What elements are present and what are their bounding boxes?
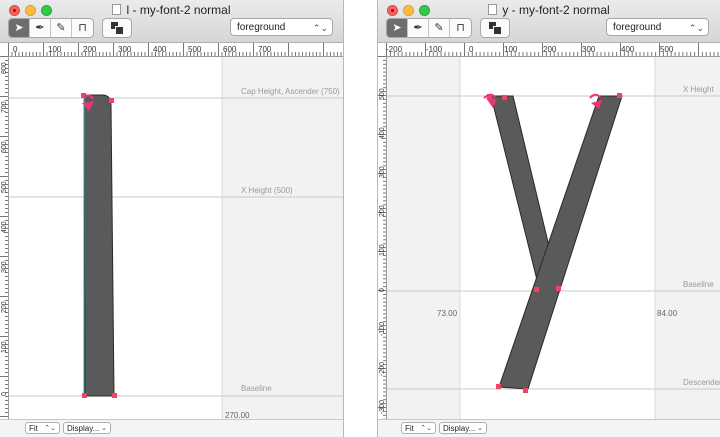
- vertical-ruler: 500 400 300 200 100 0 -100 -200 -300: [378, 56, 387, 420]
- ruler-label: -200: [379, 362, 386, 376]
- ruler-label: 0: [1, 392, 8, 396]
- ruler-label: 400: [1, 221, 8, 233]
- ruler-label: 100: [1, 341, 8, 353]
- updown-icon: ⌃⌄: [420, 425, 432, 432]
- on-curve-point[interactable]: [112, 393, 117, 398]
- status-bar: Fit ⌃⌄ Display... ⌄: [0, 419, 343, 437]
- layer-select[interactable]: foreground ⌃⌄: [606, 18, 709, 36]
- ruler-label: 500: [660, 45, 674, 54]
- ruler-label: -300: [379, 400, 386, 414]
- ruler-label: 500: [379, 88, 386, 100]
- glyph-window-l: l - my-font-2 normal ➤ ✒ ✎ ⊓ foreground ⌃⌄ 0…: [0, 0, 343, 437]
- ruler-label: 300: [582, 45, 596, 54]
- glyph-l-outline[interactable]: [83, 94, 115, 397]
- glyph-canvas[interactable]: Cap Height, Ascender (750) X Height (500…: [9, 57, 343, 420]
- advance-width-value: 84.00: [657, 309, 678, 318]
- window-title: y - my-font-2 normal: [378, 3, 720, 17]
- ruler-label: 0: [469, 45, 474, 54]
- tool-segment: ➤ ✒ ✎ ⊓: [386, 18, 472, 38]
- right-margin-area: [222, 57, 343, 420]
- ruler-label: 300: [118, 45, 132, 54]
- ruler-label: 200: [379, 205, 386, 217]
- knife-icon[interactable]: ✎: [429, 19, 450, 37]
- toolbar: ➤ ✒ ✎ ⊓: [386, 18, 510, 38]
- chevron-down-icon: ⌄: [477, 425, 483, 432]
- on-curve-point[interactable]: [617, 93, 622, 98]
- on-curve-point[interactable]: [534, 287, 539, 292]
- glyph-canvas[interactable]: X Height Baseline Descender 73.00 84.00: [387, 57, 720, 420]
- ruler-label: 700: [258, 45, 272, 54]
- metrics-icon[interactable]: ⊓: [450, 19, 471, 37]
- document-icon: [112, 4, 122, 15]
- display-popup[interactable]: Display... ⌄: [439, 422, 487, 434]
- right-margin-area: [655, 57, 720, 420]
- ruler-label: -100: [426, 45, 443, 54]
- horizontal-ruler: 0 100 200 300 400 500 600 700: [8, 43, 343, 57]
- pen-icon[interactable]: ✒: [408, 19, 429, 37]
- ruler-label: 400: [379, 127, 386, 139]
- ruler-label: 100: [504, 45, 518, 54]
- ruler-label: 0: [13, 45, 18, 54]
- horizontal-ruler: -200 -100 0 100 200 300 400 500: [386, 43, 720, 57]
- on-curve-point[interactable]: [502, 95, 507, 100]
- x-height-label: X Height: [683, 85, 714, 94]
- vertical-ruler: 800 700 600 500 400 300 200 100 0: [0, 56, 9, 420]
- ruler-label: 600: [223, 45, 237, 54]
- on-curve-point[interactable]: [496, 384, 501, 389]
- x-height-label: X Height (500): [241, 186, 293, 195]
- ruler-label: 400: [153, 45, 167, 54]
- ruler-label: 200: [1, 301, 8, 313]
- left-bearing-value: 73.00: [437, 309, 458, 318]
- layer-select[interactable]: foreground ⌃⌄: [230, 18, 333, 36]
- layers-button[interactable]: [480, 18, 510, 38]
- ruler-label: 0: [379, 288, 386, 292]
- ruler-label: -100: [379, 322, 386, 336]
- left-margin-area: [387, 57, 460, 420]
- ruler-label: 600: [1, 141, 8, 153]
- ruler-label: 400: [621, 45, 635, 54]
- ruler-label: 200: [83, 45, 97, 54]
- ruler-label: 100: [379, 244, 386, 256]
- updown-icon: ⌃⌄: [312, 23, 328, 33]
- pen-icon[interactable]: ✒: [30, 19, 51, 37]
- title-bar: l - my-font-2 normal ➤ ✒ ✎ ⊓ foreground ⌃⌄: [0, 0, 343, 43]
- ruler-label: 200: [543, 45, 557, 54]
- ruler-label: 500: [1, 181, 8, 193]
- display-popup[interactable]: Display... ⌄: [63, 422, 111, 434]
- ruler-label: 800: [1, 62, 8, 74]
- updown-icon: ⌃⌄: [44, 425, 56, 432]
- on-curve-point[interactable]: [109, 98, 114, 103]
- ruler-label: 300: [379, 166, 386, 178]
- descender-label: Descender: [683, 378, 720, 387]
- pointer-icon[interactable]: ➤: [9, 19, 30, 37]
- ruler-label: 300: [1, 261, 8, 273]
- zoom-fit-popup[interactable]: Fit ⌃⌄: [401, 422, 436, 434]
- ruler-label: 500: [188, 45, 202, 54]
- tool-segment: ➤ ✒ ✎ ⊓: [8, 18, 94, 38]
- zoom-fit-popup[interactable]: Fit ⌃⌄: [25, 422, 60, 434]
- updown-icon: ⌃⌄: [688, 23, 704, 33]
- ruler-label: 700: [1, 101, 8, 113]
- chevron-down-icon: ⌄: [101, 425, 107, 432]
- layers-button[interactable]: [102, 18, 132, 38]
- metrics-icon[interactable]: ⊓: [72, 19, 93, 37]
- on-curve-point[interactable]: [556, 286, 561, 291]
- glyph-window-y: y - my-font-2 normal ➤ ✒ ✎ ⊓ foreground ⌃⌄ -…: [378, 0, 720, 437]
- on-curve-point[interactable]: [82, 393, 87, 398]
- cap-height-label: Cap Height, Ascender (750): [241, 87, 340, 96]
- ruler-label: 100: [48, 45, 62, 54]
- window-title: l - my-font-2 normal: [0, 3, 343, 17]
- knife-icon[interactable]: ✎: [51, 19, 72, 37]
- baseline-label: Baseline: [241, 384, 272, 393]
- ruler-label: -200: [386, 45, 403, 54]
- document-icon: [488, 4, 498, 15]
- baseline-label: Baseline: [683, 280, 714, 289]
- pointer-icon[interactable]: ➤: [387, 19, 408, 37]
- toolbar: ➤ ✒ ✎ ⊓: [8, 18, 132, 38]
- status-bar: Fit ⌃⌄ Display... ⌄: [378, 419, 720, 437]
- on-curve-point[interactable]: [523, 388, 528, 393]
- title-bar: y - my-font-2 normal ➤ ✒ ✎ ⊓ foreground ⌃⌄: [378, 0, 720, 43]
